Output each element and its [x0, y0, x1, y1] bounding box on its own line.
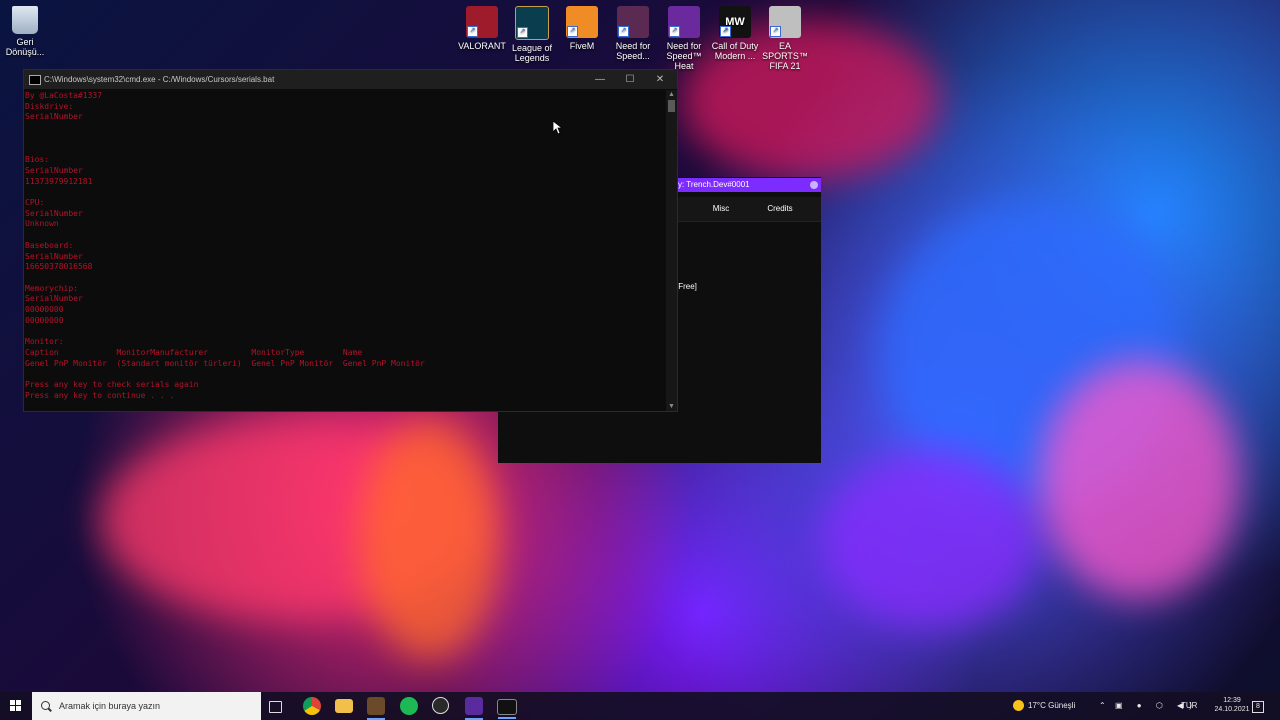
cmd-line — [25, 273, 664, 284]
wallpaper-swirl — [1040, 360, 1240, 600]
shortcut-label: Need for Speed... — [615, 41, 651, 61]
mouse-cursor-icon — [553, 121, 563, 135]
league-of-legends-icon: ↗ — [515, 6, 549, 40]
chrome-icon[interactable] — [303, 697, 321, 715]
need-for-speed-icon: ↗ — [617, 6, 649, 38]
cmd-output[interactable]: By @LaCosta#1337 Diskdrive: SerialNumber B… — [24, 90, 665, 411]
shortcut-fifa-21[interactable]: ↗ EA SPORTS™ FIFA 21 — [760, 6, 810, 71]
scroll-down-icon[interactable]: ▼ — [666, 402, 677, 411]
clock-date: 24.10.2021 — [1214, 706, 1250, 713]
search-box[interactable]: Aramak için buraya yazın — [32, 692, 261, 720]
cmd-line: Bios: — [25, 155, 50, 165]
recycle-bin-shortcut[interactable]: Geri Dönüşü... — [0, 6, 50, 57]
shortcut-valorant[interactable]: ↗ VALORANT — [457, 6, 507, 51]
weather-widget[interactable]: 17°C Güneşli — [1013, 692, 1075, 720]
scroll-thumb[interactable] — [668, 100, 675, 112]
trench-tab-bar: Misc Credits — [675, 197, 821, 222]
obs-icon[interactable] — [432, 697, 449, 714]
cmd-line — [25, 187, 664, 198]
cmd-line: Press any key to continue . . . — [25, 390, 175, 400]
cmd-title-bar[interactable]: C:\Windows\system32\cmd.exe - C:/Windows… — [24, 70, 677, 89]
show-hidden-icons-chevron-icon[interactable]: ⌃ — [1099, 692, 1106, 720]
minecraft-icon[interactable] — [367, 697, 385, 720]
cmd-line: SerialNumber — [25, 294, 83, 304]
shortcut-need-for-speed[interactable]: ↗ Need for Speed... — [608, 6, 658, 61]
recycle-bin-icon — [12, 6, 38, 34]
notification-center-icon[interactable]: 8 — [1252, 692, 1264, 720]
cmd-line: Baseboard: — [25, 240, 74, 250]
cmd-line: 16650378016568 — [25, 262, 93, 272]
nfs-heat-icon: ↗ — [668, 6, 700, 38]
cmd-line: Monitor: — [25, 337, 64, 347]
shortcut-call-of-duty[interactable]: MW ↗ Call of Duty Modern ... — [710, 6, 760, 61]
valorant-icon: ↗ — [466, 6, 498, 38]
spotify-icon[interactable] — [400, 697, 418, 715]
cmd-window[interactable]: C:\Windows\system32\cmd.exe - C:/Windows… — [23, 69, 678, 412]
shortcut-label: FiveM — [569, 41, 595, 51]
cmd-line — [25, 145, 664, 156]
cmd-line: Press any key to check serials again — [25, 379, 199, 389]
trench-title-bar[interactable]: y: Trench.Dev#0001 — [675, 178, 821, 192]
cmd-line — [25, 326, 664, 337]
scroll-up-icon[interactable]: ▲ — [666, 90, 677, 99]
tab-credits[interactable]: Credits — [759, 197, 801, 221]
cmd-line: 00000000 — [25, 305, 64, 315]
search-placeholder: Aramak için buraya yazın — [59, 701, 161, 711]
fivem-icon: ↗ — [566, 6, 598, 38]
cmd-taskbar-icon[interactable] — [497, 699, 517, 719]
cmd-title: C:\Windows\system32\cmd.exe - C:/Windows… — [44, 75, 275, 84]
clock-time: 12:39 — [1223, 697, 1241, 704]
close-button[interactable]: ✕ — [645, 70, 675, 89]
start-button[interactable] — [0, 692, 32, 720]
cmd-line: Genel PnP Monitör (Standart monitör türl… — [25, 358, 425, 368]
cmd-line — [25, 123, 664, 134]
cmd-icon — [29, 75, 41, 85]
shortcut-label: VALORANT — [458, 41, 506, 51]
shortcut-label: Need for Speed™ Heat — [666, 41, 702, 71]
cmd-line: SerialNumber — [25, 112, 83, 122]
maximize-button[interactable]: ☐ — [615, 70, 645, 89]
free-label: [Free] — [676, 282, 697, 291]
shortcut-fivem[interactable]: ↗ FiveM — [557, 6, 607, 51]
cmd-line — [25, 134, 664, 145]
cmd-line: SerialNumber — [25, 208, 83, 218]
cmd-line: SerialNumber — [25, 165, 83, 175]
trench-title: y: Trench.Dev#0001 — [678, 180, 750, 189]
wallpaper-swirl — [360, 420, 500, 660]
cmd-line: By @LaCosta#1337 — [25, 91, 103, 100]
cmd-line: Memorychip: — [25, 283, 78, 293]
shortcut-nfs-heat[interactable]: ↗ Need for Speed™ Heat — [659, 6, 709, 71]
cmd-scrollbar[interactable]: ▲ ▼ — [666, 90, 677, 411]
shortcut-league-of-legends[interactable]: ↗ League of Legends — [507, 6, 557, 63]
fifa-21-icon: ↗ — [769, 6, 801, 38]
cmd-line: SerialNumber — [25, 251, 83, 261]
shortcut-label: EA SPORTS™ FIFA 21 — [762, 41, 808, 71]
app-icon[interactable] — [465, 697, 483, 720]
cmd-line — [25, 369, 664, 380]
task-view-icon[interactable] — [269, 701, 282, 713]
call-of-duty-icon: MW ↗ — [719, 6, 751, 38]
tab-misc[interactable]: Misc — [703, 197, 739, 221]
cmd-line — [25, 230, 664, 241]
language-indicator[interactable]: TUR — [1181, 692, 1197, 720]
cmd-line: Diskdrive: — [25, 101, 74, 111]
taskbar: Aramak için buraya yazın 17°C Güneşli ⌃ … — [0, 692, 1280, 720]
trench-close-dot-icon[interactable] — [810, 181, 818, 189]
clock[interactable]: 12:39 24.10.2021 — [1212, 696, 1252, 714]
weather-text: 17°C Güneşli — [1028, 701, 1076, 710]
recycle-bin-label: Geri Dönüşü... — [5, 37, 45, 57]
shortcut-label: League of Legends — [511, 43, 553, 63]
cmd-line: CPU: — [25, 198, 45, 208]
notification-count: 8 — [1252, 701, 1264, 713]
cmd-line: 11373979912181 — [25, 176, 93, 186]
file-explorer-icon[interactable] — [335, 699, 353, 713]
cmd-line: 00000000 — [25, 315, 64, 325]
wallpaper-swirl — [820, 450, 1040, 630]
shortcut-label: Call of Duty Modern ... — [711, 41, 759, 61]
sun-icon — [1013, 700, 1024, 712]
cmd-line: Unknown — [25, 219, 59, 229]
cmd-line: Caption MonitorManufacturer MonitorType … — [25, 347, 363, 357]
minimize-button[interactable]: — — [585, 70, 615, 89]
search-icon — [41, 701, 50, 710]
